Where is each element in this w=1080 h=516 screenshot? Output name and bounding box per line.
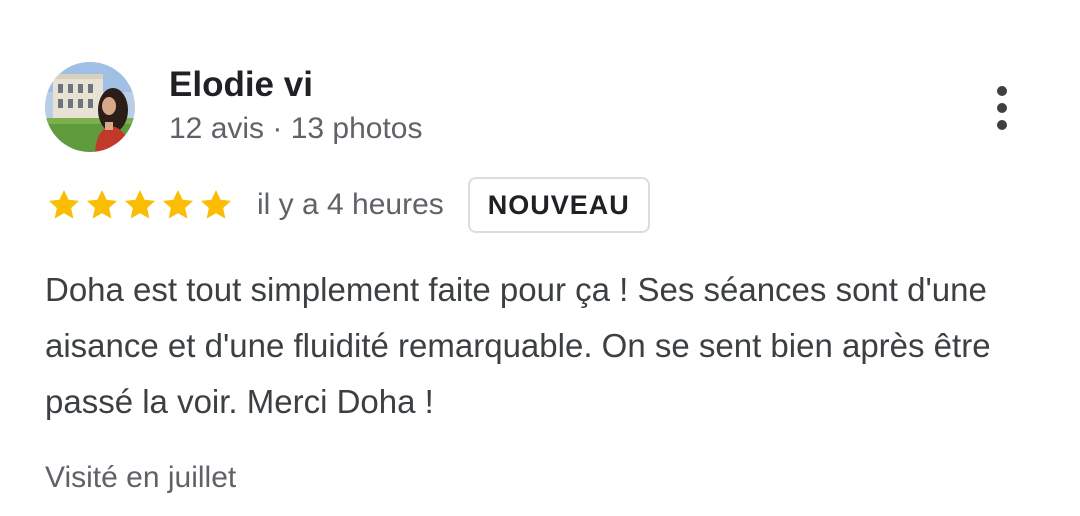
rating-row: il y a 4 heures NOUVEAU (45, 174, 650, 236)
more-vert-icon-dot (997, 120, 1007, 130)
avatar-photo (45, 62, 135, 152)
avatar[interactable] (45, 62, 135, 152)
more-vert-icon (997, 86, 1007, 96)
author-meta[interactable]: 12 avis · 13 photos (169, 110, 423, 148)
visit-date: Visité en juillet (45, 461, 237, 494)
star-rating (45, 186, 235, 224)
star-icon (162, 189, 194, 219)
review-time: il y a 4 heures (257, 188, 444, 221)
author-name[interactable]: Elodie vi (169, 63, 313, 107)
star-icon (48, 189, 80, 219)
more-vert-icon-dot (997, 103, 1007, 113)
star-icon (86, 189, 118, 219)
review-card: Elodie vi 12 avis · 13 photos il y a 4 h… (0, 0, 1080, 516)
star-icon (124, 189, 156, 219)
new-badge: NOUVEAU (467, 177, 650, 233)
star-icon (200, 189, 232, 219)
more-options-button[interactable] (980, 78, 1024, 138)
review-text: Doha est tout simplement faite pour ça !… (45, 271, 991, 420)
